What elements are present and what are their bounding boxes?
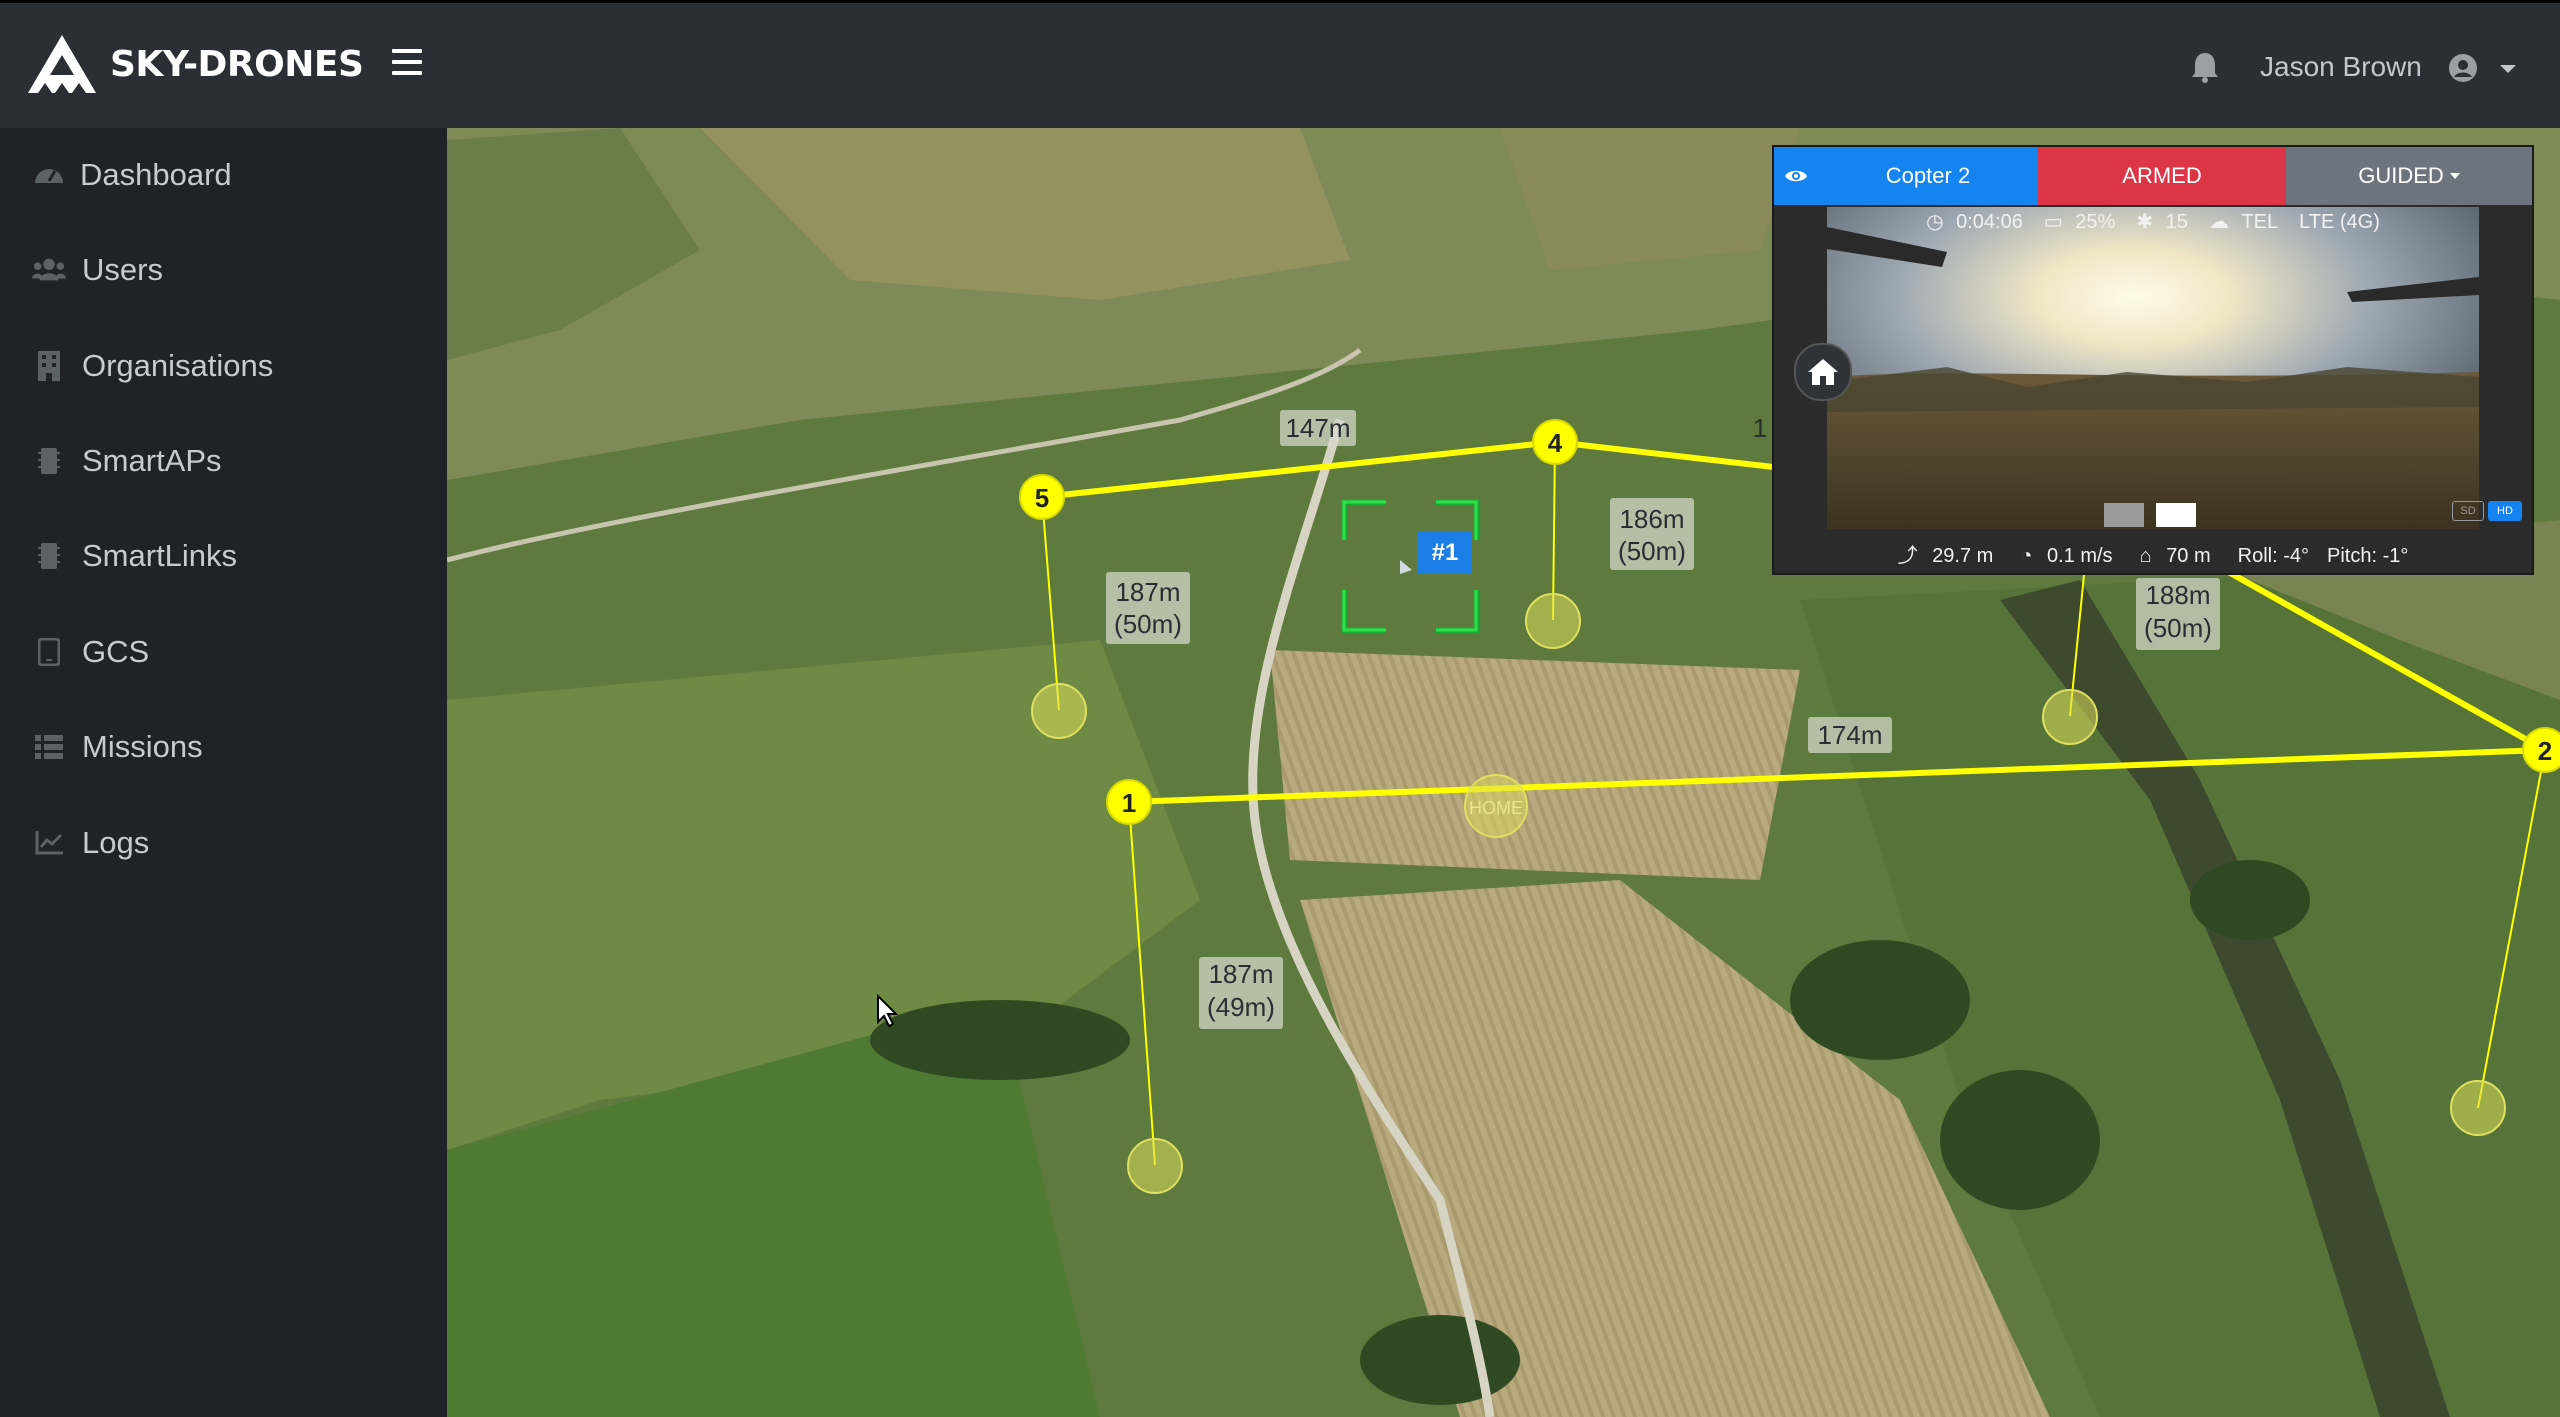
- svg-text:2: 2: [2538, 736, 2552, 766]
- chip-icon: [32, 444, 66, 478]
- segment-label: 187m (49m): [1199, 957, 1283, 1029]
- chevron-down-icon: [2449, 173, 2460, 179]
- segment-label: 186m (50m): [1610, 498, 1694, 570]
- list-icon: [32, 730, 66, 764]
- drone-panel-header: Copter 2 ARMED GUIDED: [1774, 147, 2532, 205]
- sidebar-item-missions[interactable]: Missions: [0, 712, 447, 782]
- altitude: ⤴ 29.7 m: [1897, 545, 1994, 567]
- segment-label: 187m (50m): [1106, 572, 1190, 644]
- svg-text:188m: 188m: [2145, 580, 2210, 610]
- camera-switch-a[interactable]: [2104, 503, 2144, 527]
- waypoint-ground-marker: [1031, 683, 1087, 739]
- menu-toggle-icon[interactable]: [392, 49, 422, 77]
- waypoint-4[interactable]: 4: [1532, 419, 1578, 465]
- svg-text:5: 5: [1035, 483, 1049, 513]
- sidebar-item-label: Logs: [82, 825, 150, 860]
- triangle-logo-icon: [28, 35, 96, 93]
- user-menu-caret-icon[interactable]: [2500, 65, 2516, 73]
- user-name[interactable]: Jason Brown: [2260, 51, 2422, 83]
- satellite-count: ✱ 15: [2136, 211, 2188, 233]
- svg-text:174m: 174m: [1817, 720, 1882, 750]
- svg-text:187m: 187m: [1208, 959, 1273, 989]
- svg-text:4: 4: [1548, 428, 1563, 458]
- flight-time: ◷ 0:04:06: [1926, 211, 2023, 233]
- sidebar-item-label: Organisations: [82, 348, 274, 383]
- sidebar-item-label: SmartLinks: [82, 538, 238, 573]
- sidebar-item-gcs[interactable]: GCS: [0, 617, 447, 687]
- sidebar-item-label: Missions: [82, 729, 203, 764]
- svg-text:(50m): (50m): [2144, 613, 2212, 643]
- brand-name: SKY-DRONES: [110, 43, 364, 85]
- svg-text:187m: 187m: [1115, 577, 1180, 607]
- sidebar-item-label: Dashboard: [80, 157, 232, 192]
- drone-name[interactable]: Copter 2: [1818, 147, 2038, 205]
- flight-mode-dropdown[interactable]: GUIDED: [2286, 147, 2532, 205]
- waypoint-ground-marker: [2450, 1080, 2506, 1136]
- segment-label: 174m: [1808, 717, 1892, 753]
- home-icon: [1808, 359, 1838, 385]
- arm-status-button[interactable]: ARMED: [2038, 147, 2286, 205]
- building-icon: [32, 349, 66, 383]
- return-home-button[interactable]: [1794, 343, 1852, 401]
- video-feed[interactable]: [1827, 207, 2479, 529]
- segment-label: 1: [1753, 413, 1767, 443]
- waypoint-1[interactable]: 1: [1106, 779, 1152, 825]
- camera-switch-b[interactable]: [2156, 503, 2196, 527]
- bell-icon[interactable]: [2190, 51, 2220, 83]
- waypoint-ground-marker: [2042, 689, 2098, 745]
- hd-quality-button[interactable]: HD: [2488, 501, 2522, 521]
- segment-label: 147m: [1280, 410, 1356, 446]
- sidebar-item-users[interactable]: Users: [0, 235, 447, 305]
- home-marker[interactable]: HOME: [1464, 774, 1528, 838]
- telemetry-status-bar: ◷ 0:04:06 ▭ 25% ✱ 15 ☁ TEL LTE (4G): [1774, 209, 2532, 234]
- roll: Roll: -4°: [2237, 545, 2310, 567]
- users-icon: [32, 253, 66, 287]
- line-chart-icon: [32, 826, 66, 860]
- brand-logo[interactable]: SKY-DRONES: [26, 33, 364, 95]
- mouse-cursor-icon: [877, 994, 899, 1028]
- sidebar-item-label: SmartAPs: [82, 443, 222, 478]
- home-distance: ⌂ 70 m: [2139, 545, 2211, 567]
- drone-target-label[interactable]: #1: [1418, 532, 1472, 574]
- sidebar-item-dashboard[interactable]: Dashboard: [0, 140, 447, 210]
- link-type: ☁ TEL: [2208, 211, 2279, 233]
- sidebar-item-smartlinks[interactable]: SmartLinks: [0, 521, 447, 591]
- svg-text:1: 1: [1122, 788, 1136, 818]
- svg-text:(50m): (50m): [1114, 609, 1182, 639]
- svg-text:(49m): (49m): [1207, 992, 1275, 1022]
- flight-mode-label: GUIDED: [2358, 163, 2444, 188]
- waypoint-2[interactable]: 2: [2522, 727, 2560, 773]
- tablet-icon: [32, 635, 66, 669]
- sidebar-item-label: GCS: [82, 634, 150, 669]
- sd-quality-button[interactable]: SD: [2452, 501, 2484, 521]
- svg-text:(50m): (50m): [1618, 536, 1686, 566]
- sidebar: Dashboard Users Organisations SmartAPs S…: [0, 128, 447, 1417]
- waypoint-ground-marker: [1525, 593, 1581, 649]
- drone-panel: Copter 2 ARMED GUIDED ◷ 0:04:06 ▭ 25% ✱ …: [1772, 145, 2534, 575]
- battery-level: ▭ 25%: [2043, 211, 2116, 233]
- sidebar-item-logs[interactable]: Logs: [0, 808, 447, 878]
- telemetry-bottom-bar: ⤴ 29.7 m ◔ 0.1 m/s ⌂ 70 m Roll: -4° Pitch: -…: [1774, 539, 2532, 568]
- sidebar-item-label: Users: [82, 252, 163, 287]
- sidebar-item-organisations[interactable]: Organisations: [0, 331, 447, 401]
- speed: ◔ 0.1 m/s: [2020, 545, 2113, 567]
- svg-text:HOME: HOME: [1469, 798, 1523, 818]
- svg-text:147m: 147m: [1285, 413, 1350, 443]
- user-circle-icon[interactable]: [2448, 53, 2478, 83]
- svg-text:1: 1: [1753, 413, 1767, 443]
- waypoint-5[interactable]: 5: [1019, 474, 1065, 520]
- pitch: Pitch: -1°: [2327, 545, 2409, 567]
- segment-label: 188m (50m): [2136, 578, 2220, 650]
- sidebar-item-smartaps[interactable]: SmartAPs: [0, 426, 447, 496]
- network-type: LTE (4G): [2299, 211, 2380, 233]
- chip-icon: [32, 539, 66, 573]
- waypoint-ground-marker: [1127, 1138, 1183, 1194]
- eye-icon[interactable]: [1774, 147, 1818, 205]
- top-bar: SKY-DRONES Jason Brown: [0, 0, 2560, 128]
- gauge-icon: [32, 158, 66, 192]
- svg-text:186m: 186m: [1619, 504, 1684, 534]
